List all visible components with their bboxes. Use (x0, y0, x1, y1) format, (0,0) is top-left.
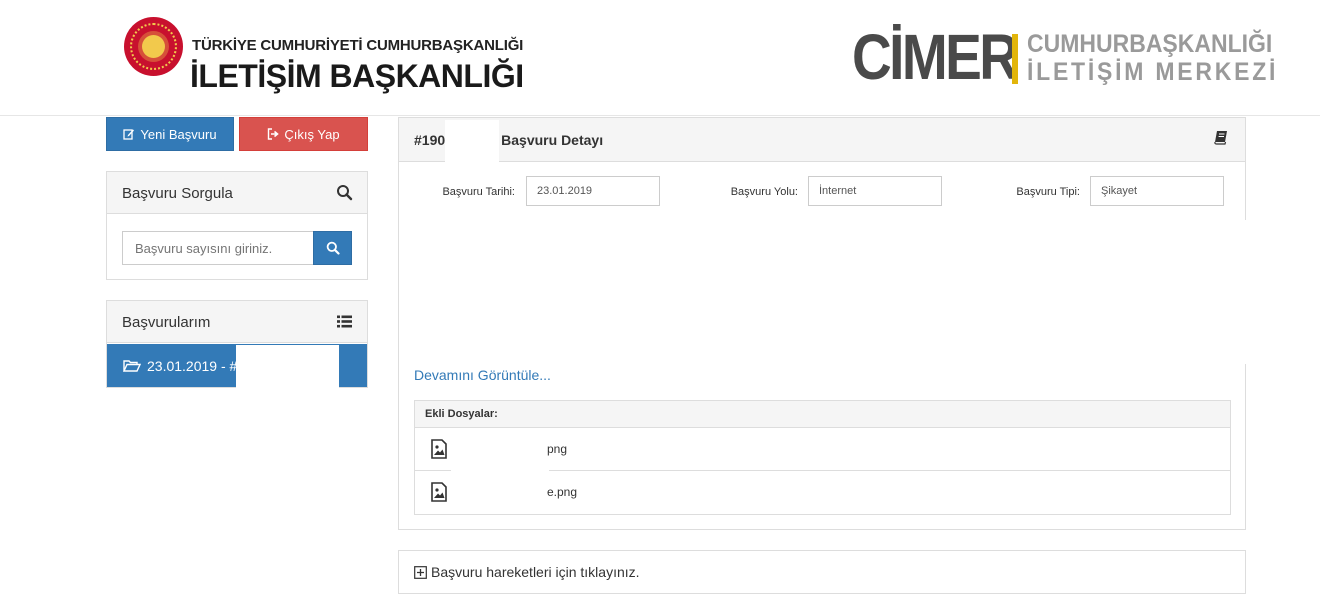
attachments-table: Ekli Dosyalar: png e.png (414, 400, 1231, 515)
plus-square-icon (414, 565, 427, 579)
application-date-field: 23.01.2019 (526, 176, 660, 206)
application-channel-field: İnternet (808, 176, 942, 206)
application-number-input[interactable] (122, 231, 314, 265)
show-more-link[interactable]: Devamını Görüntüle... (414, 367, 551, 383)
query-panel-header: Başvuru Sorgula (107, 172, 367, 214)
detail-panel-header: #190 Başvuru Detayı (399, 118, 1245, 164)
search-button[interactable] (313, 231, 352, 265)
attachment-link[interactable]: e.png (547, 485, 577, 499)
attachments-header: Ekli Dosyalar: (415, 401, 1230, 428)
query-panel: Başvuru Sorgula (106, 171, 368, 280)
redacted-area (236, 345, 339, 388)
cimer-logo-divider (1012, 34, 1018, 84)
application-history-panel: Başvuru hareketleri için tıklayınız. (398, 550, 1246, 594)
search-icon (326, 241, 340, 255)
attachment-row: png (415, 428, 1230, 471)
presidential-seal-logo (124, 17, 183, 76)
institution-name: İLETİŞİM BAŞKANLIĞI (190, 58, 524, 94)
redacted-area (451, 428, 549, 471)
edit-icon (123, 129, 135, 140)
attachment-link[interactable]: png (547, 442, 567, 456)
seal-sun-emblem (142, 35, 165, 58)
history-toggle-label: Başvuru hareketleri için tıklayınız. (431, 564, 640, 580)
my-applications-title: Başvurularım (122, 314, 211, 331)
application-type-field: Şikayet (1090, 176, 1224, 206)
redacted-area (445, 120, 499, 164)
attachment-row: e.png (415, 471, 1230, 514)
my-applications-panel: Başvurularım 23.01.2019 - #19 (106, 300, 368, 388)
logout-button[interactable]: Çıkış Yap (239, 117, 368, 151)
application-number: #190 (414, 132, 446, 148)
cimer-logo-word: CİMER (852, 21, 1019, 93)
new-application-button[interactable]: Yeni Başvuru (106, 117, 234, 151)
detail-panel-title: #190 Başvuru Detayı (414, 132, 603, 148)
application-channel-label: Başvuru Yolu: (730, 186, 798, 198)
my-applications-header: Başvurularım (107, 301, 367, 343)
redacted-area (451, 471, 549, 514)
folder-open-icon (123, 359, 141, 372)
page-header: TÜRKİYE CUMHURİYETİ CUMHURBAŞKANLIĞI İLE… (0, 0, 1320, 116)
list-icon (337, 315, 352, 328)
institution-parent-name: TÜRKİYE CUMHURİYETİ CUMHURBAŞKANLIĞI (192, 37, 524, 54)
logout-label: Çıkış Yap (284, 126, 340, 142)
cimer-logo-subtitle-2: İLETİŞİM MERKEZİ (1027, 58, 1279, 86)
history-toggle[interactable]: Başvuru hareketleri için tıklayınız. (414, 564, 640, 580)
query-panel-title: Başvuru Sorgula (122, 185, 233, 202)
application-detail-panel: #190 Başvuru Detayı Başvuru Tarihi: 23.01… (398, 117, 1251, 530)
detail-title-text: Başvuru Detayı (501, 132, 604, 148)
application-date-label: Başvuru Tarihi: (442, 186, 515, 198)
new-application-label: Yeni Başvuru (140, 126, 217, 142)
book-icon (1214, 131, 1227, 145)
redacted-area (401, 220, 1251, 364)
application-type-label: Başvuru Tipi: (1016, 186, 1080, 198)
cimer-logo-subtitle-1: CUMHURBAŞKANLIĞI (1027, 30, 1273, 58)
sign-out-icon (268, 128, 280, 140)
search-icon (337, 185, 353, 201)
image-file-icon (431, 439, 447, 459)
image-file-icon (431, 482, 447, 502)
